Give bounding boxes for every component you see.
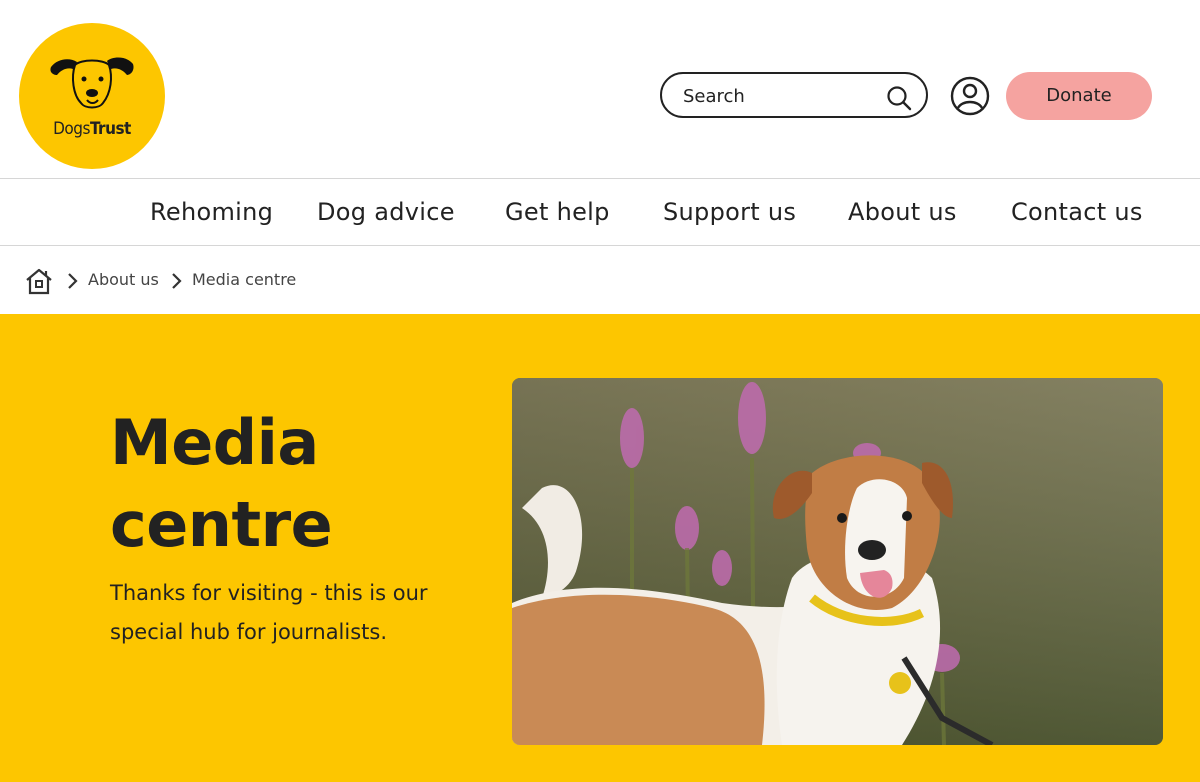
breadcrumb-item-media-centre: Media centre bbox=[192, 270, 297, 289]
hero-dog-photo bbox=[512, 378, 1163, 745]
nav-item-about-us[interactable]: About us bbox=[848, 198, 957, 226]
page-title-line2: centre bbox=[110, 488, 333, 561]
search-input[interactable]: Search bbox=[660, 72, 928, 118]
account-icon[interactable] bbox=[950, 76, 990, 120]
nav-item-contact-us[interactable]: Contact us bbox=[1011, 198, 1143, 226]
nav-item-rehoming[interactable]: Rehoming bbox=[150, 198, 273, 226]
page-title: Media centre bbox=[110, 402, 430, 566]
chevron-right-icon bbox=[170, 272, 182, 294]
logo-word-dogs: Dogs bbox=[53, 119, 90, 139]
breadcrumb-item-about-us[interactable]: About us bbox=[88, 270, 159, 289]
nav-item-get-help[interactable]: Get help bbox=[505, 198, 610, 226]
main-nav: Rehoming Dog advice Get help Support us … bbox=[0, 178, 1200, 246]
nav-item-dog-advice[interactable]: Dog advice bbox=[317, 198, 455, 226]
search-placeholder: Search bbox=[683, 86, 745, 107]
dog-face-icon bbox=[50, 57, 134, 109]
dogs-trust-logo[interactable]: DogsTrust bbox=[19, 23, 165, 169]
chevron-right-icon bbox=[66, 272, 78, 294]
page-title-line1: Media bbox=[110, 406, 319, 479]
donate-button[interactable]: Donate bbox=[1006, 72, 1152, 120]
nav-item-support-us[interactable]: Support us bbox=[663, 198, 796, 226]
search-icon[interactable] bbox=[886, 85, 912, 115]
site-header: DogsTrust Search Donate bbox=[0, 0, 1200, 178]
hero-section: Media centre Thanks for visiting - this … bbox=[0, 314, 1200, 782]
logo-word-trust: Trust bbox=[89, 119, 131, 139]
logo-wordmark: DogsTrust bbox=[19, 119, 165, 139]
hero-subtitle: Thanks for visiting - this is our specia… bbox=[110, 581, 428, 644]
